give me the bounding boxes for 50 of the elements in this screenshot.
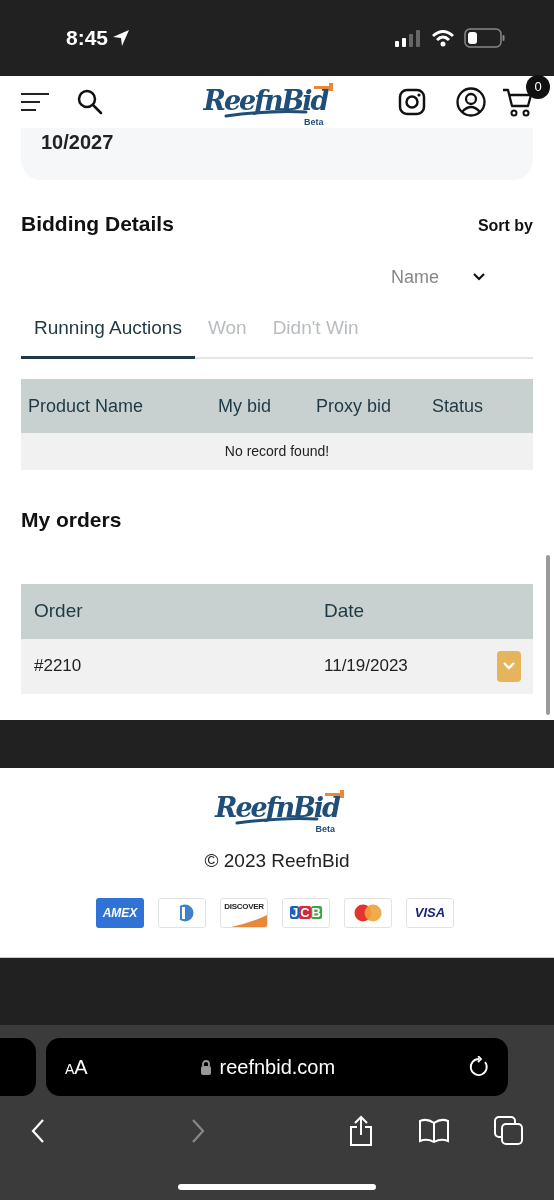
copyright-text: © 2023 ReefnBid bbox=[204, 849, 350, 873]
menu-icon[interactable] bbox=[20, 92, 50, 112]
signal-icon bbox=[394, 29, 422, 47]
table-cell-text: #2210 bbox=[34, 655, 83, 678]
beta-label: Beta bbox=[315, 825, 335, 834]
expiry-date: 10/2027 bbox=[41, 130, 114, 152]
sort-label: Sort by bbox=[477, 215, 533, 236]
reload-icon[interactable] bbox=[469, 1056, 489, 1078]
back-icon[interactable] bbox=[30, 1118, 46, 1144]
share-icon[interactable] bbox=[348, 1115, 374, 1147]
section-title: Bidding Details bbox=[21, 211, 174, 237]
column-header: Date bbox=[324, 598, 365, 623]
beta-label: Beta bbox=[304, 117, 324, 127]
bookmarks-icon[interactable] bbox=[418, 1118, 450, 1144]
user-icon[interactable] bbox=[456, 87, 486, 117]
table-cell-text: 11/19/2023 bbox=[324, 655, 409, 678]
gavel-icon bbox=[325, 790, 345, 798]
column-header: My bid bbox=[218, 394, 272, 418]
card-brand-text: JCB bbox=[290, 906, 322, 919]
location-arrow-icon bbox=[112, 29, 131, 47]
cart-icon[interactable] bbox=[502, 87, 534, 117]
logo-text[interactable]: ReefnBid bbox=[203, 86, 328, 114]
column-header: Status bbox=[432, 394, 485, 418]
clock-time: 8:45 bbox=[66, 25, 109, 52]
visa-card-logo: VISA bbox=[406, 897, 454, 928]
chevron-down-icon bbox=[503, 662, 515, 670]
tab[interactable]: Running Auctions bbox=[21, 310, 195, 359]
address-bar[interactable]: AA reefnbid.com bbox=[46, 1038, 508, 1096]
column-header: Order bbox=[34, 598, 84, 623]
text-size-button[interactable]: AA bbox=[65, 1057, 88, 1077]
forward-icon[interactable] bbox=[190, 1118, 206, 1144]
amex-card-logo: AMEX bbox=[96, 897, 144, 928]
column-header: Proxy bid bbox=[316, 394, 393, 418]
search-icon[interactable] bbox=[77, 89, 103, 115]
wifi-icon bbox=[431, 29, 455, 47]
mastercard-logo-icon bbox=[353, 903, 383, 922]
logo-text[interactable]: ReefnBid bbox=[215, 794, 339, 821]
url-text: reefnbid.com bbox=[219, 1055, 336, 1080]
lock-icon bbox=[199, 1059, 212, 1075]
instagram-icon[interactable] bbox=[398, 88, 426, 116]
sort-dropdown[interactable]: Name bbox=[385, 263, 511, 291]
chevron-down-icon bbox=[473, 273, 485, 281]
tabs-icon[interactable] bbox=[494, 1116, 524, 1146]
section-title: My orders bbox=[21, 507, 123, 533]
gavel-icon bbox=[313, 82, 334, 91]
battery-icon bbox=[464, 28, 506, 48]
column-header: Product Name bbox=[28, 394, 145, 418]
empty-message: No record found! bbox=[224, 442, 330, 461]
cart-count-badge: 0 bbox=[526, 75, 550, 99]
card-brand-text: DISCOVER bbox=[224, 902, 264, 911]
